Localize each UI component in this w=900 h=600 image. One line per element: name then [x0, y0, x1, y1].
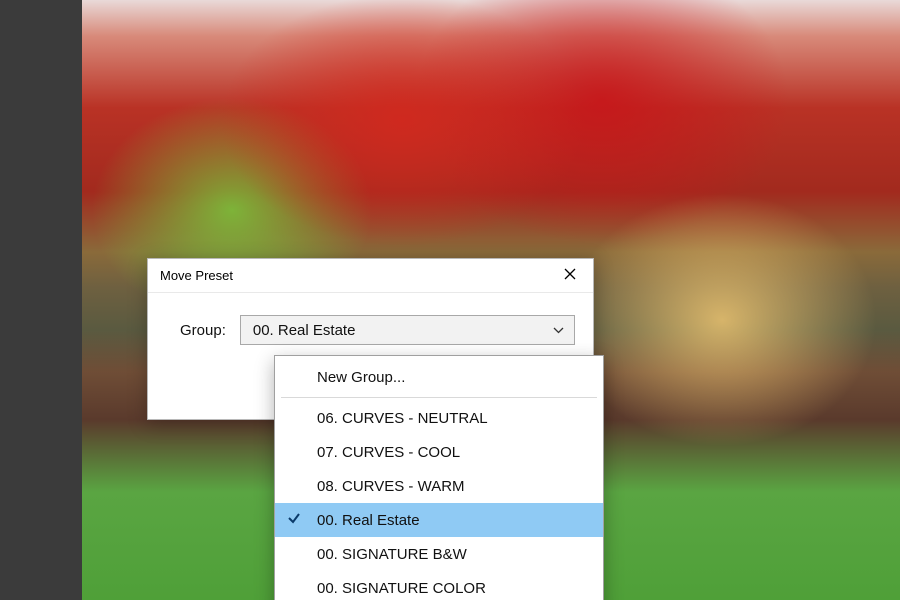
dropdown-item-label: 08. CURVES - WARM	[317, 478, 465, 495]
group-combobox[interactable]: 00. Real Estate	[240, 315, 575, 345]
dropdown-item[interactable]: 06. CURVES - NEUTRAL	[275, 401, 603, 435]
dropdown-item[interactable]: 00. SIGNATURE COLOR	[275, 571, 603, 600]
dialog-title: Move Preset	[160, 268, 233, 283]
dropdown-item[interactable]: 00. SIGNATURE B&W	[275, 537, 603, 571]
dropdown-item-label: 00. SIGNATURE B&W	[317, 546, 467, 563]
close-icon	[564, 267, 576, 285]
group-dropdown[interactable]: New Group... 06. CURVES - NEUTRAL 07. CUR…	[274, 355, 604, 600]
dropdown-item-label: 06. CURVES - NEUTRAL	[317, 410, 488, 427]
dropdown-item[interactable]: 07. CURVES - COOL	[275, 435, 603, 469]
dropdown-item-label: 00. Real Estate	[317, 512, 420, 529]
close-button[interactable]	[547, 259, 593, 293]
dialog-body: Group: 00. Real Estate	[148, 293, 593, 345]
dialog-titlebar[interactable]: Move Preset	[148, 259, 593, 293]
dropdown-item-label: 07. CURVES - COOL	[317, 444, 460, 461]
chevron-down-icon	[553, 327, 564, 334]
check-icon	[287, 511, 301, 529]
dropdown-new-group[interactable]: New Group...	[275, 360, 603, 394]
group-combobox-value: 00. Real Estate	[253, 322, 356, 339]
dropdown-item[interactable]: 08. CURVES - WARM	[275, 469, 603, 503]
app-viewport: Move Preset Group: 00. Real Estate New G…	[0, 0, 900, 600]
dropdown-separator	[281, 397, 597, 398]
dropdown-item-label: 00. SIGNATURE COLOR	[317, 580, 486, 597]
dropdown-item-label: New Group...	[317, 369, 405, 386]
dropdown-item[interactable]: 00. Real Estate	[275, 503, 603, 537]
left-gutter	[0, 0, 82, 600]
group-label: Group:	[166, 322, 226, 339]
